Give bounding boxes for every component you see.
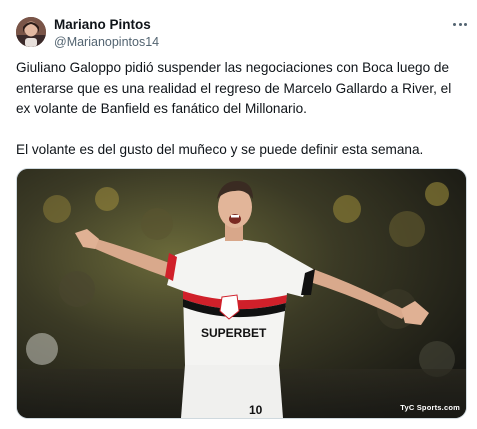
- tweet-line: enterarse que es una realidad el regreso…: [16, 80, 452, 96]
- shirt-sponsor-text: SUPERBET: [201, 326, 267, 340]
- dot-icon: [453, 22, 456, 26]
- tweet-line: ex volante de Banfield es fanático del M…: [16, 101, 307, 116]
- tweet-photo[interactable]: SUPERBET 10 TyC Sports.com: [16, 168, 467, 419]
- dot-icon: [458, 22, 462, 26]
- tweet-paragraph: El volante es del gusto del muñeco y se …: [16, 140, 468, 161]
- tweet-line: El volante es del gusto del muñeco y se …: [16, 141, 424, 157]
- tweet-paragraph: Giuliano Galoppo pidió suspender las neg…: [16, 58, 468, 120]
- author-name[interactable]: Mariano Pintos: [54, 17, 151, 32]
- tweet-line: Giuliano Galoppo pidió suspender las neg…: [16, 60, 450, 75]
- watermark-logo: TyC Sports.com: [400, 403, 460, 412]
- author-handle[interactable]: @Marianopintos14: [54, 35, 159, 49]
- avatar[interactable]: [16, 17, 46, 47]
- tweet-card: Mariano Pintos @Marianopintos14 Giuliano…: [0, 0, 477, 429]
- shirt-number-text: 10: [249, 403, 263, 417]
- avatar-image: [16, 17, 46, 47]
- more-options-icon[interactable]: [449, 14, 471, 34]
- player-celebrating-photo: SUPERBET 10: [17, 169, 466, 418]
- tweet-text: Giuliano Galoppo pidió suspender las neg…: [16, 58, 468, 160]
- dot-icon: [464, 22, 467, 26]
